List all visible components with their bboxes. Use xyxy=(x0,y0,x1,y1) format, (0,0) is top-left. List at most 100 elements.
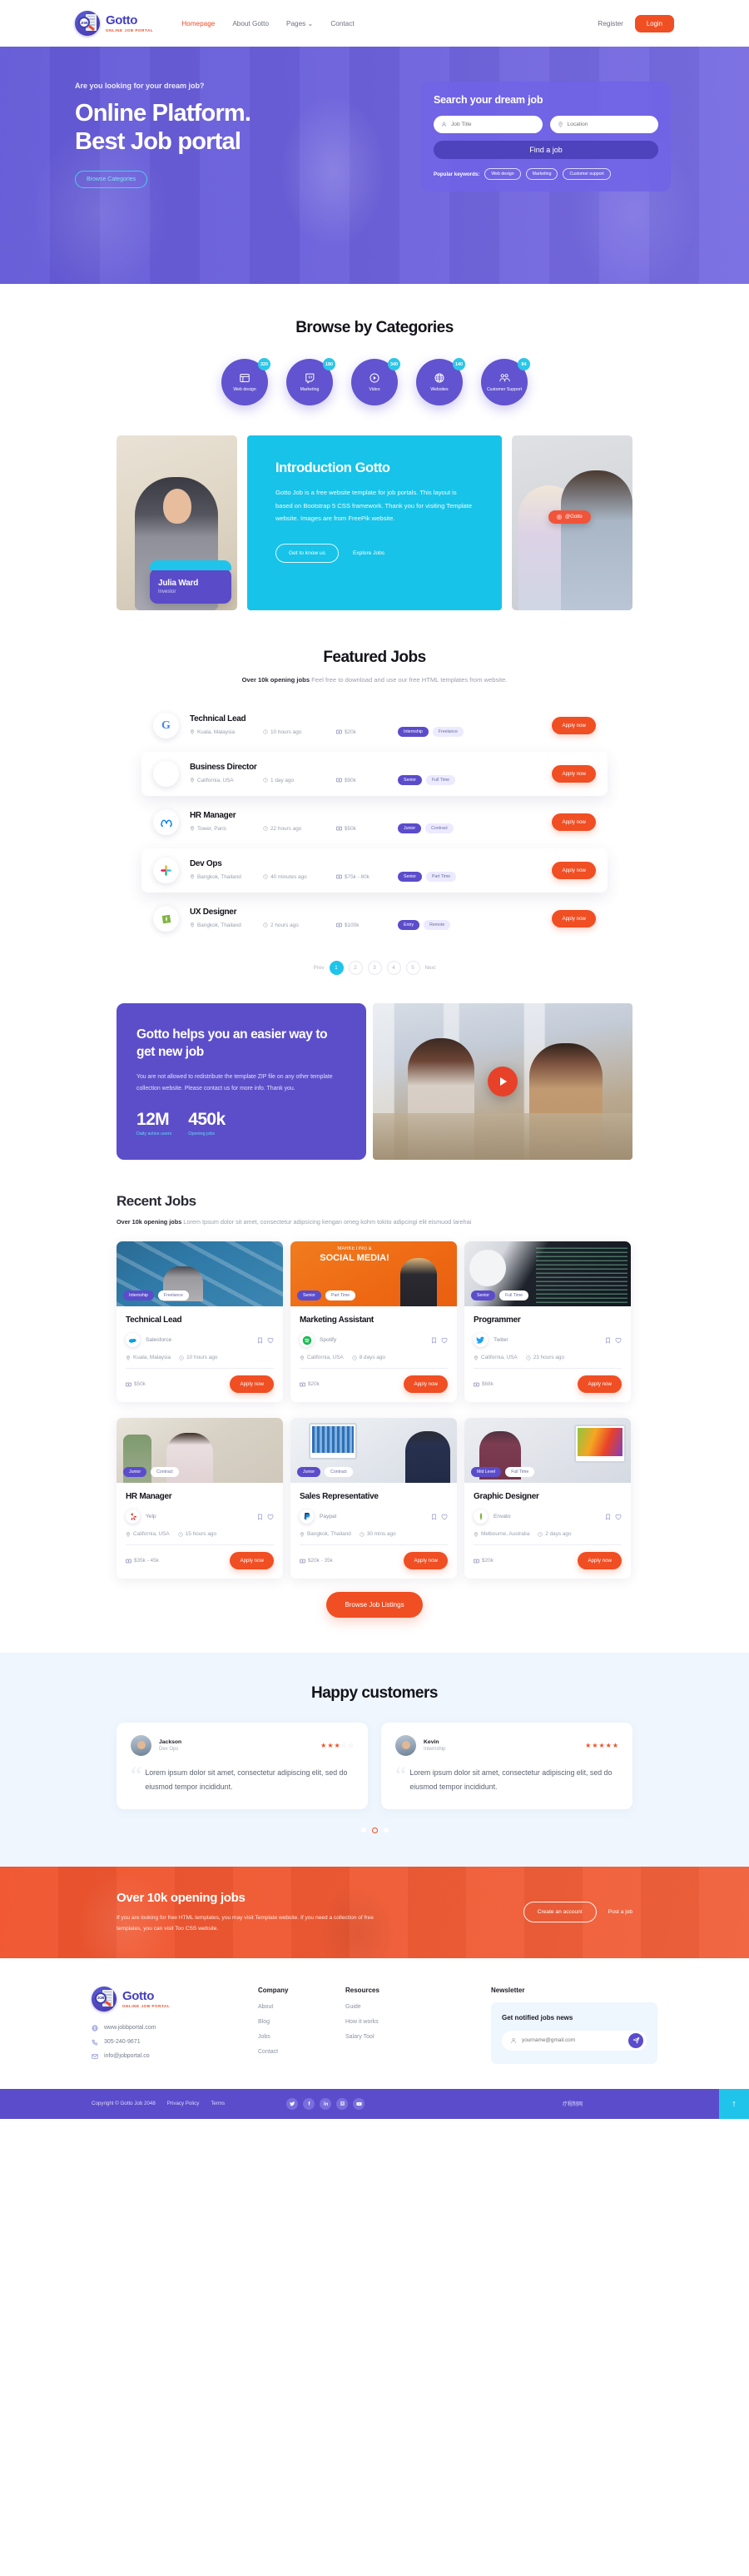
get-to-know-us-button[interactable]: Get to know us xyxy=(275,543,339,563)
location-input[interactable] xyxy=(567,122,651,127)
footer-link-contact[interactable]: Contact xyxy=(258,2049,345,2055)
heart-icon[interactable] xyxy=(267,1337,274,1344)
intro-people-photo: @Gotto xyxy=(512,435,632,610)
category-web-design[interactable]: 320 Web design xyxy=(221,358,270,405)
heart-icon[interactable] xyxy=(615,1337,622,1344)
heart-icon[interactable] xyxy=(267,1514,274,1520)
instagram-icon[interactable] xyxy=(336,2097,349,2110)
footer-link-guide[interactable]: Guide xyxy=(345,2004,433,2010)
terms-link[interactable]: Terms xyxy=(211,2101,225,2106)
apply-now-button[interactable]: Apply now xyxy=(552,910,596,928)
nav-item-contact[interactable]: Contact xyxy=(330,20,354,27)
find-job-button[interactable]: Find a job xyxy=(434,141,658,159)
nav-item-homepage[interactable]: Homepage xyxy=(181,20,215,27)
footer-brand-logo[interactable]: JOB Gotto ONLINE JOB PORTAL xyxy=(92,1986,258,2012)
register-link[interactable]: Register xyxy=(598,20,623,27)
person-role: Investor xyxy=(158,589,176,594)
heart-icon[interactable] xyxy=(441,1514,448,1520)
browse-categories-button[interactable]: Browse Categories xyxy=(75,171,148,189)
linkedin-icon[interactable] xyxy=(320,2097,332,2110)
footer-link-blog[interactable]: Blog xyxy=(258,2019,345,2025)
category-marketing[interactable]: 180 Marketing xyxy=(286,358,335,405)
login-button[interactable]: Login xyxy=(634,14,674,32)
pagination-page-2[interactable]: 2 xyxy=(348,961,363,976)
bookmark-icon[interactable] xyxy=(431,1337,437,1344)
list-item[interactable]: Internship Freelance Technical Lead Sale… xyxy=(117,1241,283,1403)
pagination-page-1[interactable]: 1 xyxy=(329,961,344,976)
keyword-chip[interactable]: Customer support xyxy=(563,168,611,180)
carousel-dot[interactable] xyxy=(383,1827,389,1833)
newsletter-submit-button[interactable] xyxy=(628,2032,643,2048)
browse-job-listings-button[interactable]: Browse Job Listings xyxy=(326,1592,423,1619)
brand-logo[interactable]: JOB Gotto ONLINE JOB PORTAL xyxy=(75,11,153,36)
create-account-button[interactable]: Create an account xyxy=(523,1902,597,1923)
pagination-next[interactable]: Next xyxy=(425,965,436,971)
apply-now-button[interactable]: Apply now xyxy=(578,1375,622,1394)
apply-now-button[interactable]: Apply now xyxy=(552,717,596,735)
bookmark-icon[interactable] xyxy=(605,1337,611,1344)
heart-icon[interactable] xyxy=(441,1337,448,1344)
list-item[interactable]: Senior Full Time Programmer Twiter Calif… xyxy=(464,1241,631,1403)
table-row[interactable]: G Technical Lead Kuala, Malaysia 10 hour… xyxy=(141,704,608,748)
keyword-chip[interactable]: Marketing xyxy=(525,168,558,180)
post-a-job-link[interactable]: Post a job xyxy=(608,1909,632,1915)
apply-now-button[interactable]: Apply now xyxy=(404,1375,448,1394)
category-customer-support[interactable]: 84 Customer Support xyxy=(481,358,530,405)
youtube-icon[interactable] xyxy=(353,2097,365,2110)
pagination-prev[interactable]: Prev xyxy=(314,965,325,971)
apply-now-button[interactable]: Apply now xyxy=(552,813,596,832)
privacy-policy-link[interactable]: Privacy Policy xyxy=(167,2101,200,2106)
carousel-dot[interactable] xyxy=(360,1827,366,1833)
bookmark-icon[interactable] xyxy=(605,1514,611,1520)
apply-now-button[interactable]: Apply now xyxy=(230,1552,274,1570)
footer-link-how-it-works[interactable]: How it works xyxy=(345,2019,433,2025)
footer-phone[interactable]: 305-240-9671 xyxy=(92,2039,258,2046)
nav-item-about[interactable]: About Gotto xyxy=(232,20,269,27)
list-item[interactable]: Junior Contract Sales Representative Pay… xyxy=(290,1418,457,1579)
apply-now-button[interactable]: Apply now xyxy=(404,1552,448,1570)
newsletter-field[interactable] xyxy=(502,2030,647,2051)
twitter-icon[interactable] xyxy=(286,2097,299,2110)
footer-email[interactable]: info@jobportal.co xyxy=(92,2053,258,2060)
bookmark-icon[interactable] xyxy=(257,1337,263,1344)
explore-jobs-link[interactable]: Explore Jobs xyxy=(353,550,384,556)
apply-now-button[interactable]: Apply now xyxy=(552,862,596,880)
instagram-chip[interactable]: @Gotto xyxy=(548,510,591,524)
list-item[interactable]: MARKETING & SOCIAL MEDIA! Senior Part Ti… xyxy=(290,1241,457,1403)
pagination-page-3[interactable]: 3 xyxy=(367,961,382,976)
category-video[interactable]: 340 Video xyxy=(351,358,400,405)
job-title-field[interactable] xyxy=(434,116,543,133)
send-icon xyxy=(632,2037,639,2044)
job-tag-secondary: Freelance xyxy=(432,727,464,738)
heart-icon[interactable] xyxy=(615,1514,622,1520)
keyword-chip[interactable]: Web design xyxy=(484,168,521,180)
footer-column-company: Company About Blog Jobs Contact xyxy=(258,1987,345,2064)
category-websites[interactable]: 140 Websites xyxy=(416,358,465,405)
apply-now-button[interactable]: Apply now xyxy=(552,765,596,783)
pagination-page-4[interactable]: 4 xyxy=(386,961,401,976)
job-tag-secondary: Full Time xyxy=(499,1290,529,1301)
bookmark-icon[interactable] xyxy=(431,1514,437,1520)
search-input[interactable] xyxy=(451,122,535,127)
carousel-dot-active[interactable] xyxy=(371,1827,378,1833)
apply-now-button[interactable]: Apply now xyxy=(230,1375,274,1394)
nav-item-pages[interactable]: Pages ⌄ xyxy=(286,19,313,27)
list-item[interactable]: Mid Level Full Time Graphic Designer Env… xyxy=(464,1418,631,1579)
arrow-up-icon[interactable]: ↑ xyxy=(719,2088,749,2119)
table-row[interactable]: HR Manager Tower, Paris 22 hours ago $50… xyxy=(141,800,608,845)
footer-website[interactable]: www.jobbportal.com xyxy=(92,2025,258,2031)
footer-link-jobs[interactable]: Jobs xyxy=(258,2034,345,2040)
table-row[interactable]: Business Director California, USA 1 day … xyxy=(141,752,608,797)
location-field[interactable] xyxy=(549,116,658,133)
footer-link-about[interactable]: About xyxy=(258,2004,345,2010)
table-row[interactable]: Dev Ops Bangkok, Thailand 40 minutes ago… xyxy=(141,848,608,893)
bookmark-icon[interactable] xyxy=(257,1514,263,1520)
pagination-page-5[interactable]: 5 xyxy=(405,961,420,976)
facebook-icon[interactable] xyxy=(303,2097,315,2110)
newsletter-email-input[interactable] xyxy=(522,2037,623,2044)
apply-now-button[interactable]: Apply now xyxy=(578,1552,622,1570)
table-row[interactable]: UX Designer Bangkok, Thailand 2 hours ag… xyxy=(141,897,608,942)
list-item[interactable]: Junior Contract HR Manager Yelp Californ… xyxy=(117,1418,283,1579)
footer-link-salary-tool[interactable]: Salary Tool xyxy=(345,2034,433,2040)
youtube-play-icon[interactable] xyxy=(488,1067,518,1097)
